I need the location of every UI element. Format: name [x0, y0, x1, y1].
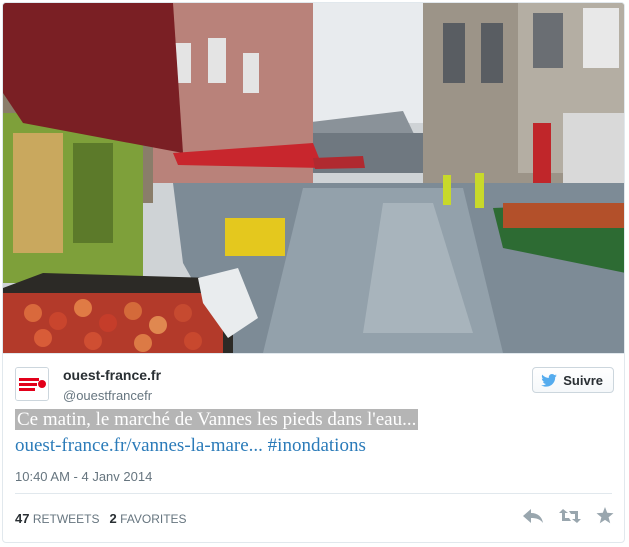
- tweet-text: Ce matin, le marché de Vannes les pieds …: [15, 407, 615, 459]
- favorites-label[interactable]: FAVORITES: [120, 512, 186, 526]
- favorites-count[interactable]: 2: [110, 511, 117, 526]
- reply-icon[interactable]: [522, 508, 544, 529]
- retweets-label[interactable]: RETWEETS: [33, 512, 100, 526]
- follow-button-label: Suivre: [563, 372, 603, 388]
- tweet-card: ouest-france.fr @ouestfrancefr Suivre Ce…: [2, 2, 625, 543]
- tweet-photo[interactable]: [3, 3, 624, 354]
- ouest-france-logo-icon: [16, 368, 48, 400]
- twitter-bird-icon: [541, 373, 558, 387]
- timestamp[interactable]: 10:40 AM - 4 Janv 2014: [15, 469, 152, 484]
- tweet-stats: 47 RETWEETS 2 FAVORITES: [15, 511, 187, 526]
- divider: [15, 493, 612, 494]
- display-name[interactable]: ouest-france.fr: [63, 367, 161, 383]
- retweets-count[interactable]: 47: [15, 511, 29, 526]
- avatar[interactable]: [15, 367, 49, 401]
- tweet-header: ouest-france.fr @ouestfrancefr Suivre: [15, 365, 614, 409]
- hashtag-link[interactable]: #inondations: [268, 435, 366, 456]
- tweet-body: Ce matin, le marché de Vannes les pieds …: [15, 409, 419, 430]
- star-icon[interactable]: [596, 507, 614, 529]
- retweet-icon[interactable]: [558, 508, 582, 529]
- flooded-market-image: [3, 3, 624, 353]
- follow-button[interactable]: Suivre: [532, 367, 614, 393]
- screen-name[interactable]: @ouestfrancefr: [63, 388, 152, 403]
- tweet-actions: [522, 507, 614, 529]
- tweet-link[interactable]: ouest-france.fr/vannes-la-mare...: [15, 435, 263, 456]
